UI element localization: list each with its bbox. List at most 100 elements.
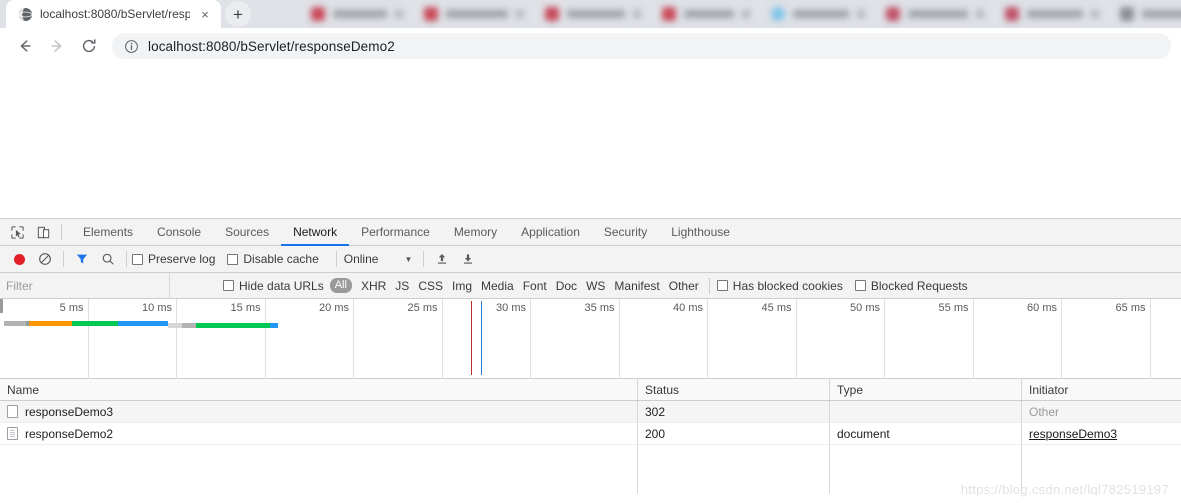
tab-favicon (662, 7, 676, 21)
inspect-element-icon[interactable] (4, 220, 30, 245)
checkbox-box[interactable] (854, 280, 866, 291)
browser-tab-title: localhost:8080/bServlet/respo (40, 7, 190, 21)
background-tab[interactable] (413, 0, 534, 28)
column-header-name[interactable]: Name (0, 379, 638, 400)
browser-tab-active[interactable]: localhost:8080/bServlet/respo × (6, 0, 221, 28)
close-icon[interactable] (1091, 10, 1099, 18)
devtools-tab-label: Lighthouse (671, 225, 730, 239)
column-header-initiator[interactable]: Initiator (1022, 379, 1181, 400)
toolbar-divider (61, 224, 62, 240)
cell-initiator[interactable]: responseDemo3 (1022, 423, 1181, 444)
blocked-requests-checkbox[interactable]: Blocked Requests (854, 278, 968, 293)
network-filter-bar: Filter Hide data URLs All XHR JS CSS Img Medi… (0, 272, 1181, 299)
type-filter-all[interactable]: All (329, 278, 352, 293)
cell-name[interactable]: responseDemo3 (0, 401, 638, 422)
close-icon[interactable] (633, 10, 641, 18)
toolbar-divider-2 (63, 251, 64, 267)
devtools-tab-security[interactable]: Security (592, 219, 659, 246)
checkbox-box[interactable] (227, 253, 239, 265)
address-bar[interactable]: localhost:8080/bServlet/responseDemo2 (112, 33, 1171, 59)
type-filter-js[interactable]: JS (395, 279, 409, 293)
devtools-tab-elements[interactable]: Elements (71, 219, 145, 246)
timing-segment-download-tail (270, 323, 278, 328)
tab-favicon (1120, 7, 1134, 21)
export-har-down-arrow-icon[interactable] (455, 247, 481, 272)
import-har-up-arrow-icon[interactable] (429, 247, 455, 272)
background-tab[interactable] (994, 0, 1109, 28)
has-blocked-cookies-label: Has blocked cookies (732, 278, 843, 293)
close-icon[interactable] (976, 10, 984, 18)
devtools-tab-performance[interactable]: Performance (349, 219, 442, 246)
background-tab[interactable] (875, 0, 994, 28)
devtools-tab-application[interactable]: Application (509, 219, 592, 246)
close-icon[interactable] (395, 10, 403, 18)
filter-input[interactable]: Filter (0, 272, 170, 299)
devtools-tab-label: Memory (453, 225, 498, 239)
close-icon[interactable]: × (197, 6, 213, 22)
network-toolbar: Preserve log Disable cache Online ▼ (0, 246, 1181, 273)
checkbox-box[interactable] (716, 280, 728, 291)
column-header-type[interactable]: Type (830, 379, 1022, 400)
devtools-tab-network[interactable]: Network (281, 219, 349, 246)
checkbox-box[interactable] (223, 280, 234, 291)
blocked-requests-label: Blocked Requests (870, 278, 968, 293)
has-blocked-cookies-checkbox[interactable]: Has blocked cookies (716, 278, 843, 293)
throttling-select[interactable]: Online ▼ (344, 252, 413, 266)
info-circle-icon[interactable] (124, 39, 139, 54)
search-icon[interactable] (95, 247, 121, 272)
table-row[interactable]: responseDemo3 302 Other (0, 401, 1181, 423)
initiator-text: Other (1029, 404, 1060, 419)
tab-title (684, 10, 734, 18)
forward-button[interactable] (42, 31, 72, 61)
tab-strip: localhost:8080/bServlet/respo × + (0, 0, 1181, 28)
disable-cache-checkbox[interactable]: Disable cache (227, 252, 319, 266)
record-dot-icon[interactable] (6, 247, 32, 272)
toolbar-divider-5 (423, 251, 425, 267)
background-tab[interactable] (300, 0, 413, 28)
type-filter-img[interactable]: Img (452, 279, 472, 293)
background-tab[interactable] (760, 0, 875, 28)
initiator-link[interactable]: responseDemo3 (1029, 427, 1117, 441)
devtools-tab-sources[interactable]: Sources (213, 219, 281, 246)
devtools-tab-label: Network (293, 225, 338, 239)
background-tabs-blurred (300, 0, 1181, 28)
filter-divider (708, 277, 710, 294)
tab-title (446, 10, 508, 18)
preserve-log-checkbox[interactable]: Preserve log (132, 252, 215, 266)
column-header-status[interactable]: Status (638, 379, 830, 400)
type-filter-manifest[interactable]: Manifest (614, 279, 659, 293)
background-tab[interactable] (1109, 0, 1181, 28)
devtools-tab-memory[interactable]: Memory (442, 219, 509, 246)
cell-name[interactable]: responseDemo2 (0, 423, 638, 444)
clear-circle-slash-icon[interactable] (32, 247, 58, 272)
close-icon[interactable] (857, 10, 865, 18)
globe-icon (17, 6, 33, 22)
network-overview-timeline[interactable]: 5 ms 10 ms 15 ms 20 ms 25 ms 30 ms 35 ms 40 ms 4… (0, 299, 1181, 379)
devtools-tab-console[interactable]: Console (145, 219, 213, 246)
background-tab[interactable] (534, 0, 651, 28)
new-tab-button[interactable]: + (225, 1, 251, 27)
device-toolbar-icon[interactable] (30, 220, 56, 245)
close-icon[interactable] (742, 10, 750, 18)
type-filter-font[interactable]: Font (523, 279, 547, 293)
table-row[interactable]: responseDemo2 200 document responseDemo3 (0, 423, 1181, 445)
type-filter-css[interactable]: CSS (418, 279, 443, 293)
devtools-tab-lighthouse[interactable]: Lighthouse (659, 219, 742, 246)
hide-data-urls-checkbox[interactable]: Hide data URLs (223, 279, 324, 293)
close-icon[interactable] (516, 10, 524, 18)
preserve-log-label: Preserve log (148, 252, 216, 266)
checkbox-box[interactable] (132, 253, 143, 265)
type-filter-ws[interactable]: WS (586, 279, 605, 293)
timeline-tick: 65 ms (0, 299, 1151, 379)
type-filter-doc[interactable]: Doc (556, 279, 577, 293)
type-filter-other[interactable]: Other (669, 279, 699, 293)
type-filter-xhr[interactable]: XHR (361, 279, 386, 293)
disable-cache-label: Disable cache (243, 252, 319, 266)
reload-button[interactable] (74, 31, 104, 61)
back-button[interactable] (10, 31, 40, 61)
chevron-down-icon[interactable]: ▼ (404, 255, 412, 264)
tab-favicon (424, 7, 438, 21)
funnel-icon[interactable] (69, 247, 95, 272)
background-tab[interactable] (651, 0, 760, 28)
type-filter-media[interactable]: Media (481, 279, 514, 293)
